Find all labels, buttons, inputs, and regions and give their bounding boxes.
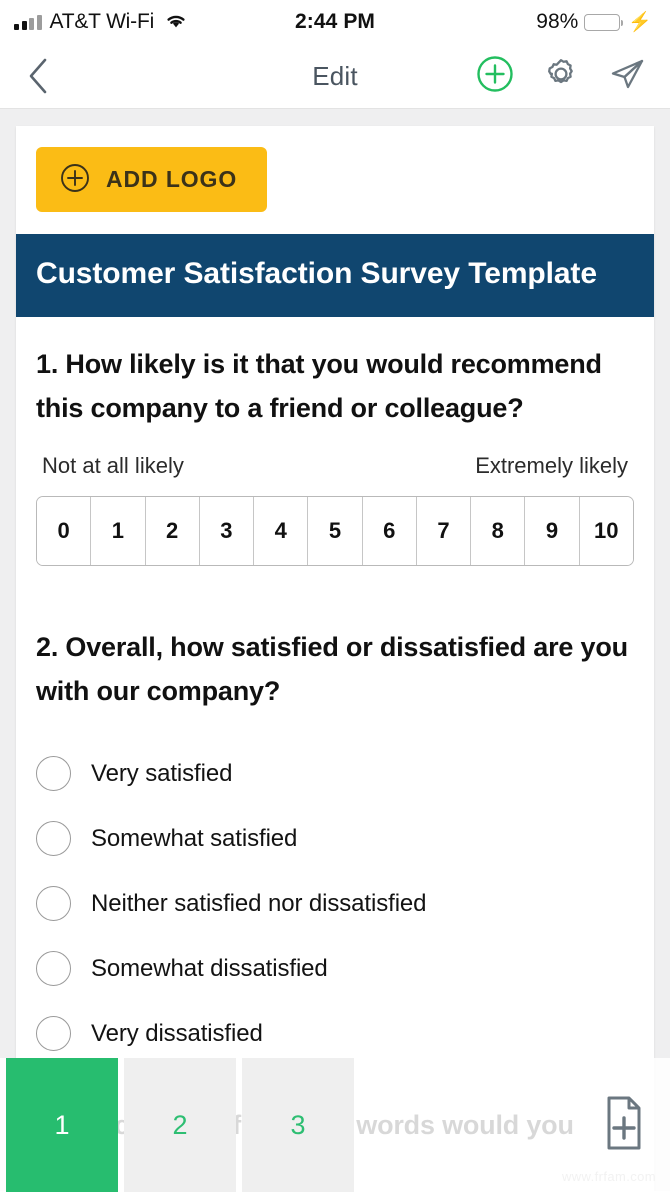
radio-option-label: Neither satisfied nor dissatisfied	[91, 889, 427, 917]
page-tab-1[interactable]: 1	[6, 1058, 118, 1192]
add-logo-button[interactable]: ADD LOGO	[36, 147, 268, 212]
radio-icon[interactable]	[36, 886, 71, 922]
battery-percent-label: 98%	[536, 10, 579, 33]
wifi-icon	[164, 11, 188, 34]
scale-cell[interactable]: 4	[254, 496, 309, 565]
question-2-options: Very satisfied Somewhat satisfied Neithe…	[36, 741, 634, 1066]
plus-circle-icon[interactable]	[476, 55, 514, 98]
bottom-page-bar: 1 2 3 www.frfam.com	[0, 1058, 670, 1192]
question-1: 1. How likely is it that you would recom…	[16, 317, 654, 566]
send-icon[interactable]	[608, 55, 648, 98]
add-logo-label: ADD LOGO	[106, 166, 238, 192]
survey-title-band: Customer Satisfaction Survey Template	[16, 234, 654, 318]
radio-icon[interactable]	[36, 756, 71, 792]
add-page-button[interactable]	[596, 1058, 670, 1192]
question-2: 2. Overall, how satisfied or dissatisfie…	[16, 566, 654, 1066]
scale-cell[interactable]: 10	[579, 496, 633, 565]
radio-option-label: Very dissatisfied	[91, 1019, 263, 1047]
question-1-text: 1. How likely is it that you would recom…	[36, 349, 602, 424]
scale-left-label: Not at all likely	[42, 452, 184, 478]
scale-cell[interactable]: 0	[37, 496, 92, 565]
page-tabs: 1 2 3	[0, 1058, 354, 1192]
logo-row: ADD LOGO	[16, 126, 654, 234]
question-2-text: 2. Overall, how satisfied or dissatisfie…	[36, 631, 628, 706]
radio-icon[interactable]	[36, 951, 71, 987]
status-bar-right: 98% ⚡	[333, 10, 652, 34]
page-title: Edit	[312, 61, 358, 91]
scale-endpoint-labels: Not at all likely Extremely likely	[36, 453, 634, 479]
battery-icon	[584, 13, 624, 31]
status-bar-left: AT&T Wi-Fi	[14, 10, 333, 34]
scale-cell[interactable]: 6	[362, 496, 417, 565]
radio-option[interactable]: Somewhat satisfied	[36, 806, 634, 871]
plus-circle-icon	[60, 163, 90, 196]
page-tab-3[interactable]: 3	[242, 1058, 354, 1192]
radio-option[interactable]: Neither satisfied nor dissatisfied	[36, 871, 634, 936]
scale-cell[interactable]: 7	[416, 496, 472, 565]
scale-right-label: Extremely likely	[475, 452, 628, 478]
nav-actions	[476, 55, 648, 98]
carrier-label: AT&T Wi-Fi	[49, 10, 155, 33]
radio-option[interactable]: Somewhat dissatisfied	[36, 936, 634, 1001]
radio-option[interactable]: Very satisfied	[36, 741, 634, 806]
lightning-bolt-icon: ⚡	[628, 11, 652, 33]
scale-cell[interactable]: 1	[91, 496, 146, 565]
scale-cell[interactable]: 9	[525, 496, 580, 565]
radio-icon[interactable]	[36, 1016, 71, 1052]
status-bar: AT&T Wi-Fi 2:44 PM 98% ⚡	[0, 0, 670, 44]
signal-bars-icon	[14, 14, 42, 30]
scale-cell[interactable]: 5	[308, 496, 363, 565]
scale-cell[interactable]: 3	[199, 496, 255, 565]
navigation-bar: Edit	[0, 44, 670, 109]
page-tab-2[interactable]: 2	[124, 1058, 236, 1192]
scale-cell[interactable]: 2	[145, 496, 200, 565]
scale-cell[interactable]: 8	[471, 496, 526, 565]
nps-scale-row[interactable]: 0 1 2 3 4 5 6 7 8 9 10	[36, 495, 634, 566]
back-button[interactable]	[26, 56, 66, 96]
survey-title: Customer Satisfaction Survey Template	[36, 257, 597, 290]
radio-option-label: Somewhat dissatisfied	[91, 954, 328, 982]
radio-option[interactable]: Very dissatisfied	[36, 1001, 634, 1066]
add-page-icon	[596, 1094, 646, 1157]
survey-card: ADD LOGO Customer Satisfaction Survey Te…	[16, 126, 654, 1191]
gear-icon[interactable]	[542, 55, 580, 98]
radio-option-label: Very satisfied	[91, 759, 233, 787]
survey-scroll-area[interactable]: ADD LOGO Customer Satisfaction Survey Te…	[0, 109, 670, 1191]
radio-option-label: Somewhat satisfied	[91, 824, 298, 852]
radio-icon[interactable]	[36, 821, 71, 857]
